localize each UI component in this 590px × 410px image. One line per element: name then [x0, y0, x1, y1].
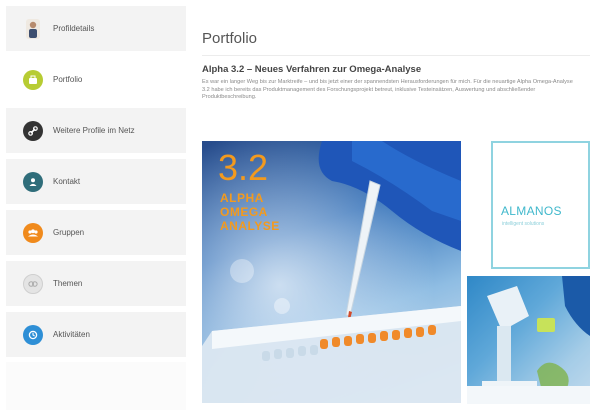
sidebar-footer-area [6, 362, 186, 410]
article-description: Es war ein langer Weg bis zur Marktreife… [202, 79, 573, 101]
hero-text-line-1: ALPHA [220, 191, 264, 205]
title-divider [202, 55, 590, 56]
link-icon [23, 120, 43, 141]
hero-version-number: 3.2 [218, 147, 269, 188]
sidebar-item-label: Gruppen [53, 228, 85, 237]
sidebar-item-kontakt[interactable]: Kontakt [6, 159, 186, 205]
sidebar-item-gruppen[interactable]: Gruppen [6, 210, 186, 256]
portfolio-icon [23, 69, 43, 90]
company-logo-name: ALMANOS [501, 204, 562, 218]
sidebar-item-label: Themen [53, 279, 83, 288]
topics-icon [23, 273, 43, 294]
sidebar-item-label: Weitere Profile im Netz [53, 126, 135, 135]
article-title: Alpha 3.2 – Neues Verfahren zur Omega-An… [202, 64, 422, 75]
sidebar-item-label: Profildetails [53, 24, 95, 33]
sidebar-item-label: Kontakt [53, 177, 81, 186]
main-content: Portfolio Alpha 3.2 – Neues Verfahren zu… [186, 0, 590, 410]
hero-text-line-2: OMEGA [220, 205, 268, 219]
hero-text-line-3: ANALYSE [220, 219, 280, 233]
portfolio-hero-image[interactable]: 3.2 ALPHA OMEGA ANALYSE [202, 141, 461, 403]
sidebar-item-aktivitaeten[interactable]: Aktivitäten [6, 312, 186, 358]
portfolio-logo-image[interactable]: ALMANOS intelligent solutions [491, 141, 590, 269]
sidebar-item-weitere-profile[interactable]: Weitere Profile im Netz [6, 108, 186, 154]
sidebar-item-profildetails[interactable]: Profildetails [6, 6, 186, 52]
sidebar-item-themen[interactable]: Themen [6, 261, 186, 307]
sidebar-item-label: Aktivitäten [53, 330, 90, 339]
activity-icon [23, 324, 43, 345]
company-logo-tagline: intelligent solutions [502, 221, 545, 227]
contact-icon [23, 171, 43, 192]
portfolio-lab-image[interactable] [467, 276, 590, 404]
groups-icon [23, 222, 43, 243]
person-photo-icon [26, 18, 40, 39]
sidebar-item-portfolio[interactable]: Portfolio [6, 57, 186, 103]
sidebar-item-label: Portfolio [53, 75, 83, 84]
sidebar: Profildetails Portfolio Weitere Profile … [0, 0, 186, 410]
lab-microscope-illustration [467, 276, 590, 404]
page-title: Portfolio [202, 30, 258, 47]
